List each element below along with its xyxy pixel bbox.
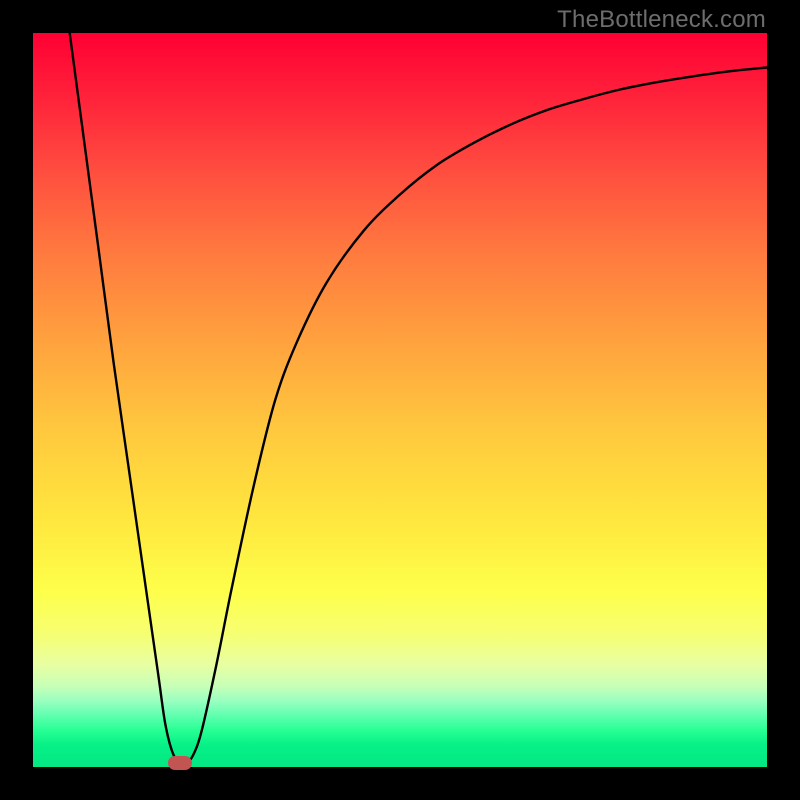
minimum-marker: [168, 756, 192, 770]
chart-frame: TheBottleneck.com: [0, 0, 800, 800]
curve-path: [70, 33, 767, 765]
watermark-text: TheBottleneck.com: [557, 6, 766, 34]
curve-svg: [33, 33, 767, 767]
plot-area: [33, 33, 767, 767]
